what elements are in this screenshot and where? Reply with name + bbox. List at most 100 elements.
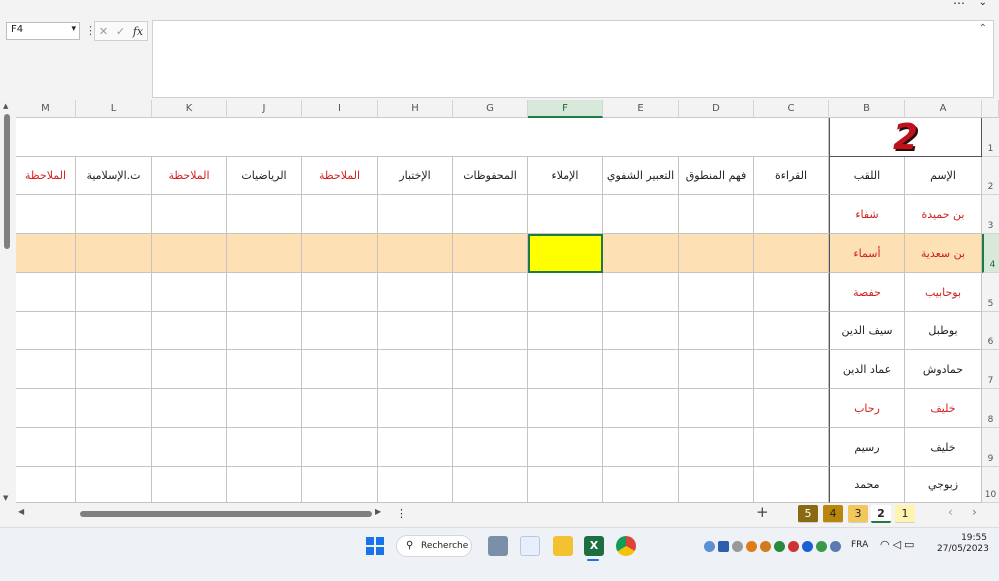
- cell-l2[interactable]: ت.الإسلامية: [76, 157, 152, 195]
- vertical-scroll-thumb[interactable]: [4, 114, 10, 249]
- cell-k3[interactable]: [152, 195, 227, 234]
- cell-j5[interactable]: [227, 273, 302, 312]
- cloud-icon[interactable]: [732, 540, 743, 552]
- row-header-5[interactable]: 5: [982, 273, 999, 312]
- column-header-g[interactable]: G: [453, 100, 528, 118]
- cell-l10[interactable]: [76, 467, 152, 503]
- cell-e10[interactable]: [603, 467, 679, 503]
- cell-k8[interactable]: [152, 389, 227, 428]
- cell-g8[interactable]: [453, 389, 528, 428]
- cell-h3[interactable]: [378, 195, 453, 234]
- column-header-b[interactable]: B: [829, 100, 905, 118]
- cell-a6[interactable]: بوطبل: [905, 312, 982, 350]
- cell-l3[interactable]: [76, 195, 152, 234]
- cell-b10[interactable]: محمد: [829, 467, 905, 503]
- cell-f2[interactable]: الإملاء: [528, 157, 603, 195]
- cell-m9[interactable]: [16, 428, 76, 467]
- cell-i3[interactable]: [302, 195, 378, 234]
- cell-a3[interactable]: بن حميدة: [905, 195, 982, 234]
- cell-l8[interactable]: [76, 389, 152, 428]
- cell-a2[interactable]: الإسم: [905, 157, 982, 195]
- add-sheet-button[interactable]: +: [756, 503, 769, 521]
- cell-d6[interactable]: [679, 312, 754, 350]
- cell-m3[interactable]: [16, 195, 76, 234]
- chevron-down-icon[interactable]: ⌄: [979, 0, 987, 8]
- cell-h7[interactable]: [378, 350, 453, 389]
- row-header-10[interactable]: 10: [982, 467, 999, 503]
- row-header-4[interactable]: 4: [982, 234, 999, 273]
- cell-f9[interactable]: [528, 428, 603, 467]
- box-icon[interactable]: [718, 540, 729, 552]
- network-volume-battery-icons[interactable]: ◠◁▭: [880, 538, 917, 551]
- taskbar-search[interactable]: ⚲ Recherche: [396, 535, 472, 557]
- cell-i6[interactable]: [302, 312, 378, 350]
- scroll-up-icon[interactable]: ▲: [3, 102, 8, 110]
- cell-b2[interactable]: اللقب: [829, 157, 905, 195]
- cell-j8[interactable]: [227, 389, 302, 428]
- cell-e6[interactable]: [603, 312, 679, 350]
- horizontal-scroll-thumb[interactable]: [80, 511, 372, 517]
- cell-m6[interactable]: [16, 312, 76, 350]
- cell-k9[interactable]: [152, 428, 227, 467]
- file-explorer-icon[interactable]: [553, 536, 573, 556]
- cell-k6[interactable]: [152, 312, 227, 350]
- onedrive-icon[interactable]: [704, 540, 715, 552]
- column-header-d[interactable]: D: [679, 100, 754, 118]
- cell-a7[interactable]: حمادوش: [905, 350, 982, 389]
- sheet-tab-4[interactable]: 4: [823, 505, 843, 523]
- cell-d2[interactable]: فهم المنطوق: [679, 157, 754, 195]
- column-header-m[interactable]: M: [16, 100, 76, 118]
- cell-b8[interactable]: رحاب: [829, 389, 905, 428]
- antivirus-icon[interactable]: [788, 540, 799, 552]
- cell-a4[interactable]: بن سعدية: [905, 234, 982, 273]
- column-header-e[interactable]: E: [603, 100, 679, 118]
- cell-c7[interactable]: [754, 350, 829, 389]
- cell-d7[interactable]: [679, 350, 754, 389]
- cell-d5[interactable]: [679, 273, 754, 312]
- cell-l9[interactable]: [76, 428, 152, 467]
- row-header-3[interactable]: 3: [982, 195, 999, 234]
- cell-l7[interactable]: [76, 350, 152, 389]
- excel-icon[interactable]: X: [584, 536, 604, 556]
- cell-c2[interactable]: القراءة: [754, 157, 829, 195]
- cell-j6[interactable]: [227, 312, 302, 350]
- cell-c10[interactable]: [754, 467, 829, 503]
- cell-i8[interactable]: [302, 389, 378, 428]
- cell-a9[interactable]: خليف: [905, 428, 982, 467]
- row-header-1[interactable]: 1: [982, 118, 999, 157]
- cell-b3[interactable]: شفاء: [829, 195, 905, 234]
- cell-c3[interactable]: [754, 195, 829, 234]
- row-header-2[interactable]: 2: [982, 157, 999, 195]
- cell-k4[interactable]: [152, 234, 227, 273]
- cell-i10[interactable]: [302, 467, 378, 503]
- previous-sheet-icon[interactable]: ‹: [948, 505, 953, 519]
- chrome-icon[interactable]: [616, 536, 636, 556]
- chevron-down-icon[interactable]: ▾: [71, 24, 76, 34]
- security-icon[interactable]: [774, 540, 785, 552]
- cell-h9[interactable]: [378, 428, 453, 467]
- column-header-k[interactable]: K: [152, 100, 227, 118]
- cell-g5[interactable]: [453, 273, 528, 312]
- next-sheet-icon[interactable]: ›: [972, 505, 977, 519]
- cell-m8[interactable]: [16, 389, 76, 428]
- vpn-icon[interactable]: [760, 540, 771, 552]
- cell-j7[interactable]: [227, 350, 302, 389]
- check-icon[interactable]: ✓: [116, 25, 125, 38]
- cell-k5[interactable]: [152, 273, 227, 312]
- sheet-tab-5[interactable]: 5: [798, 505, 818, 523]
- cell-d4[interactable]: [679, 234, 754, 273]
- cell-f5[interactable]: [528, 273, 603, 312]
- column-header-i[interactable]: I: [302, 100, 378, 118]
- sheet-tab-1[interactable]: 1: [895, 505, 915, 523]
- cell-d10[interactable]: [679, 467, 754, 503]
- cell-f8[interactable]: [528, 389, 603, 428]
- cell-j9[interactable]: [227, 428, 302, 467]
- cell-f10[interactable]: [528, 467, 603, 503]
- cell-f6[interactable]: [528, 312, 603, 350]
- cell-g3[interactable]: [453, 195, 528, 234]
- cell-m7[interactable]: [16, 350, 76, 389]
- cell-i9[interactable]: [302, 428, 378, 467]
- cell-i2[interactable]: الملاحظة: [302, 157, 378, 195]
- cell-g2[interactable]: المحفوظات: [453, 157, 528, 195]
- cell-m2[interactable]: الملاحظة: [16, 157, 76, 195]
